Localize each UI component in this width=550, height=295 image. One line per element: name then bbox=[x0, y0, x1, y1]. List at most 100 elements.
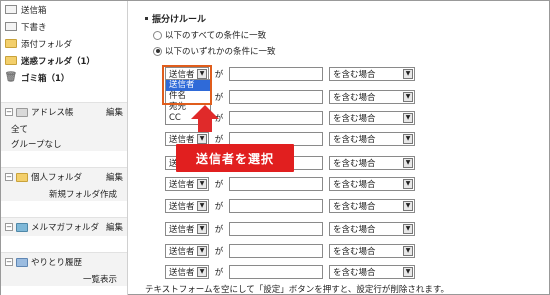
address-book-title[interactable]: アドレス帳 bbox=[31, 106, 74, 118]
personal-folders-edit-link[interactable]: 編集 bbox=[106, 171, 123, 183]
operator-select-value: を含む場合 bbox=[333, 92, 376, 103]
arrow-stem bbox=[198, 118, 212, 132]
radio-button[interactable] bbox=[153, 46, 162, 56]
trash-icon: 🗑 bbox=[4, 72, 18, 83]
spacer bbox=[1, 201, 127, 217]
address-group-all[interactable]: 全て bbox=[1, 121, 127, 136]
condition-text-input[interactable] bbox=[229, 110, 323, 125]
arrow-up-icon bbox=[191, 105, 219, 119]
address-book-edit-link[interactable]: 編集 bbox=[106, 106, 123, 118]
chevron-down-icon[interactable]: ▼ bbox=[403, 112, 413, 123]
condition-text-input[interactable] bbox=[229, 221, 323, 236]
operator-select-value: を含む場合 bbox=[333, 179, 376, 190]
ga-label: が bbox=[214, 179, 224, 190]
condition-text-input[interactable] bbox=[229, 198, 323, 213]
history-list-link[interactable]: 一覧表示 bbox=[1, 271, 127, 286]
dropdown-option[interactable]: 件名 bbox=[166, 91, 210, 102]
dropdown-option[interactable]: 送信者 bbox=[166, 80, 210, 91]
address-book-icon bbox=[16, 107, 28, 117]
history-section: − やりとり履歴 一覧表示 bbox=[1, 252, 127, 286]
chevron-down-icon[interactable]: ▼ bbox=[197, 200, 207, 211]
operator-select[interactable]: を含む場合 ▼ bbox=[329, 221, 415, 236]
magazine-folders-title[interactable]: メルマガフォルダ bbox=[31, 221, 99, 233]
collapse-icon[interactable]: − bbox=[5, 258, 13, 266]
rule-row: 送信者▼がを含む場合▼ bbox=[165, 243, 415, 258]
spacer bbox=[1, 86, 127, 102]
ga-label: が bbox=[214, 69, 224, 80]
radio-button[interactable] bbox=[153, 30, 162, 40]
callout-label: 送信者を選択 bbox=[176, 144, 294, 172]
new-folder-link[interactable]: 新規フォルダ作成 bbox=[1, 186, 127, 201]
chevron-down-icon[interactable]: ▼ bbox=[403, 200, 413, 211]
folder-attachments[interactable]: 添付フォルダ bbox=[1, 35, 127, 52]
bullet-icon bbox=[145, 17, 148, 20]
footer-note: テキストフォームを空にして「設定」ボタンを押すと、設定行が削除されます。 bbox=[145, 285, 450, 295]
operator-select-value: を含む場合 bbox=[333, 201, 376, 212]
operator-select[interactable]: を含む場合 ▼ bbox=[329, 264, 415, 279]
operator-select[interactable]: を含む場合 ▼ bbox=[329, 89, 415, 104]
chevron-down-icon[interactable]: ▼ bbox=[403, 91, 413, 102]
magazine-folder-icon bbox=[16, 222, 28, 232]
chevron-down-icon[interactable]: ▼ bbox=[197, 68, 207, 79]
folder-spam[interactable]: 迷惑フォルダ（1） bbox=[1, 52, 127, 69]
chevron-down-icon[interactable]: ▼ bbox=[403, 223, 413, 234]
match-all-option[interactable]: 以下のすべての条件に一致 bbox=[153, 29, 266, 41]
condition-text-input[interactable] bbox=[229, 176, 323, 191]
rule-row: 送信者▼がを含む場合▼ bbox=[165, 198, 415, 213]
folder-outbox[interactable]: 送信箱 bbox=[1, 1, 127, 18]
address-group-none[interactable]: グループなし bbox=[1, 136, 127, 151]
folder-trash[interactable]: 🗑 ゴミ箱（1） bbox=[1, 69, 127, 86]
chevron-down-icon[interactable]: ▼ bbox=[403, 133, 413, 144]
operator-select[interactable]: を含む場合 ▼ bbox=[329, 110, 415, 125]
operator-select[interactable]: を含む場合 ▼ bbox=[329, 155, 415, 170]
match-any-option[interactable]: 以下のいずれかの条件に一致 bbox=[153, 45, 276, 57]
folder-label: 下書き bbox=[21, 22, 47, 33]
collapse-icon[interactable]: − bbox=[5, 173, 13, 181]
operator-select[interactable]: を含む場合 ▼ bbox=[329, 131, 415, 146]
condition-text-input[interactable] bbox=[229, 243, 323, 258]
address-book-header: − アドレス帳 編集 bbox=[1, 103, 127, 121]
magazine-folders-edit-link[interactable]: 編集 bbox=[106, 221, 123, 233]
field-select[interactable]: 送信者▼ bbox=[165, 264, 209, 279]
field-select[interactable]: 送信者▼ bbox=[165, 243, 209, 258]
chevron-down-icon[interactable]: ▼ bbox=[197, 266, 207, 277]
magazine-folders-header: − メルマガフォルダ 編集 bbox=[1, 218, 127, 236]
chevron-down-icon[interactable]: ▼ bbox=[197, 133, 207, 144]
field-select-value: 送信者 bbox=[169, 267, 195, 278]
operator-select[interactable]: を含む場合 ▼ bbox=[329, 198, 415, 213]
folder-label: ゴミ箱（1） bbox=[21, 73, 70, 84]
operator-select[interactable]: を含む場合 ▼ bbox=[329, 243, 415, 258]
mail-icon bbox=[5, 22, 17, 31]
chevron-down-icon[interactable]: ▼ bbox=[403, 157, 413, 168]
ga-label: が bbox=[214, 92, 224, 103]
folder-icon bbox=[16, 172, 28, 182]
chevron-down-icon[interactable]: ▼ bbox=[403, 68, 413, 79]
folder-drafts[interactable]: 下書き bbox=[1, 18, 127, 35]
collapse-icon[interactable]: − bbox=[5, 108, 13, 116]
chevron-down-icon[interactable]: ▼ bbox=[197, 245, 207, 256]
chevron-down-icon[interactable]: ▼ bbox=[197, 178, 207, 189]
field-select[interactable]: 送信者▼ bbox=[165, 198, 209, 213]
chevron-down-icon[interactable]: ▼ bbox=[403, 266, 413, 277]
chevron-down-icon[interactable]: ▼ bbox=[403, 178, 413, 189]
field-select[interactable]: 送信者▼ bbox=[165, 176, 209, 191]
condition-text-input[interactable] bbox=[229, 89, 323, 104]
condition-text-input[interactable] bbox=[229, 66, 323, 81]
folder-list: 送信箱 下書き 添付フォルダ 迷惑フォルダ（1） 🗑 ゴミ箱（1） bbox=[1, 1, 127, 86]
personal-folders-header: − 個人フォルダ 編集 bbox=[1, 168, 127, 186]
operator-select[interactable]: を含む場合 ▼ bbox=[329, 176, 415, 191]
personal-folders-title[interactable]: 個人フォルダ bbox=[31, 171, 82, 183]
chevron-down-icon[interactable]: ▼ bbox=[197, 223, 207, 234]
section-title: 振分けルール bbox=[145, 12, 206, 25]
chevron-down-icon[interactable]: ▼ bbox=[403, 245, 413, 256]
operator-select[interactable]: を含む場合 ▼ bbox=[329, 66, 415, 81]
history-icon bbox=[16, 257, 28, 267]
condition-text-input[interactable] bbox=[229, 264, 323, 279]
field-select[interactable]: 送信者▼ bbox=[165, 221, 209, 236]
history-title[interactable]: やりとり履歴 bbox=[31, 256, 82, 268]
operator-select-value: を含む場合 bbox=[333, 224, 376, 235]
collapse-icon[interactable]: − bbox=[5, 223, 13, 231]
field-select-value: 送信者 bbox=[169, 246, 195, 257]
operator-select-value: を含む場合 bbox=[333, 134, 376, 145]
section-title-text: 振分けルール bbox=[152, 15, 207, 25]
